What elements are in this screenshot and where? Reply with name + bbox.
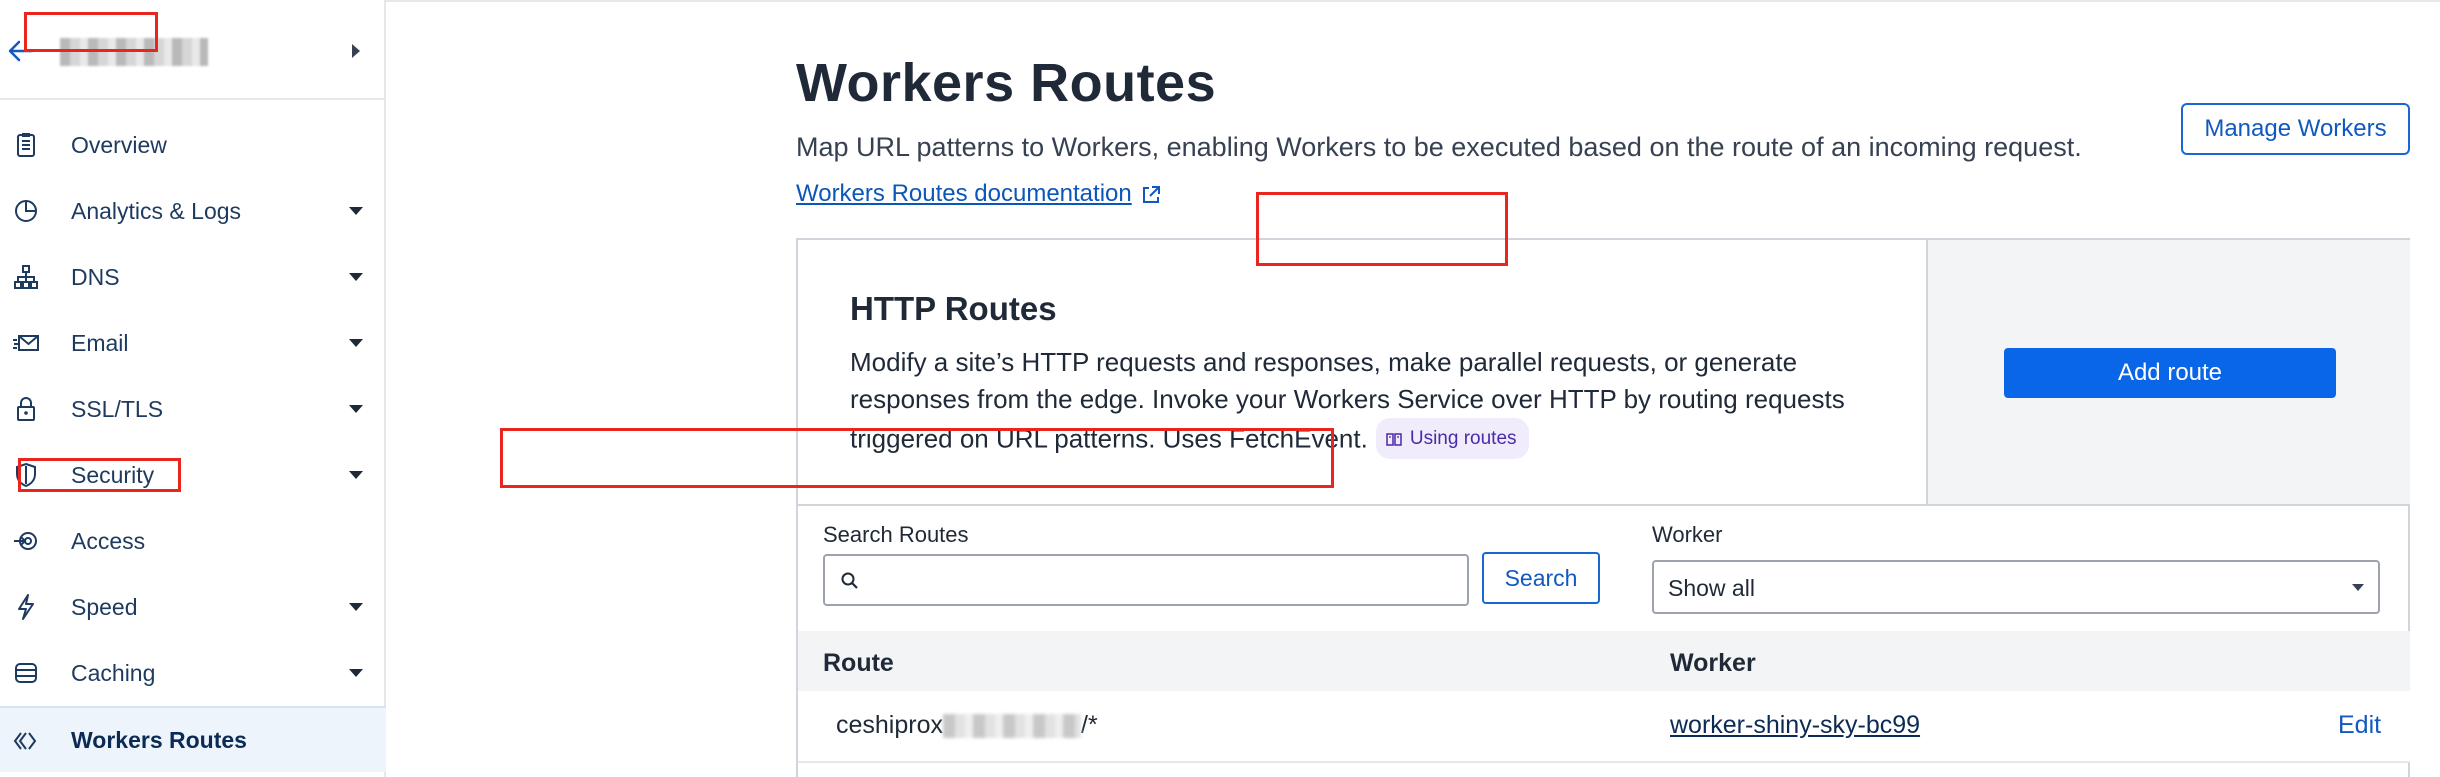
worker-select[interactable]: Show all (1652, 560, 2380, 614)
sidebar-item-label: Workers Routes (71, 726, 247, 753)
add-route-panel: Add route (1926, 240, 2410, 506)
lock-icon (17, 397, 35, 421)
access-icon (14, 532, 37, 550)
page-title: Workers Routes (796, 53, 1217, 113)
sidebar-item-security[interactable]: Security (0, 442, 386, 508)
worker-filter-label: Worker (1652, 522, 1723, 547)
sidebar-item-label: Caching (71, 659, 156, 686)
lightning-icon (18, 594, 34, 620)
shield-icon (16, 462, 36, 488)
sidebar-item-label: DNS (71, 263, 120, 290)
description-text: Modify a site’s HTTP requests and respon… (850, 347, 1845, 454)
chevron-down-icon (2352, 584, 2364, 591)
sidebar-item-label: Email (71, 329, 129, 356)
sidebar-nav: Overview Analytics & Logs DNS Email SSL/… (0, 112, 386, 772)
sidebar: Overview Analytics & Logs DNS Email SSL/… (0, 0, 386, 777)
search-routes-label: Search Routes (823, 522, 969, 547)
http-routes-card: HTTP Routes Modify a site’s HTTP request… (796, 238, 2410, 777)
sidebar-item-label: SSL/TLS (71, 395, 164, 422)
site-switcher[interactable] (0, 0, 386, 100)
http-routes-info: HTTP Routes Modify a site’s HTTP request… (798, 240, 1926, 506)
envelope-icon (13, 335, 39, 351)
sidebar-item-label: Speed (71, 593, 138, 620)
sidebar-item-label: Security (71, 461, 155, 488)
add-route-button[interactable]: Add route (2004, 348, 2336, 398)
route-prefix: ceshiprox (836, 711, 943, 739)
section-description: Modify a site’s HTTP requests and respon… (850, 344, 1860, 459)
sidebar-item-caching[interactable]: Caching (0, 640, 386, 706)
network-icon (14, 265, 38, 289)
workers-icon (13, 732, 37, 750)
search-routes-input[interactable] (823, 554, 1469, 606)
sidebar-item-analytics[interactable]: Analytics & Logs (0, 178, 386, 244)
sidebar-item-dns[interactable]: DNS (0, 244, 386, 310)
sidebar-item-label: Analytics & Logs (71, 197, 242, 224)
badge-label: Using routes (1409, 428, 1517, 449)
column-header-worker: Worker (1670, 649, 1756, 677)
chevron-down-icon[interactable] (349, 471, 363, 479)
routes-table-header: Route Worker (798, 631, 2410, 691)
chevron-down-icon[interactable] (349, 273, 363, 281)
main-content: Workers Routes Map URL patterns to Worke… (386, 0, 2440, 777)
sidebar-item-label: Overview (71, 131, 167, 158)
worker-link[interactable]: worker-shiny-sky-bc99 (1670, 711, 1920, 740)
search-icon (841, 572, 858, 589)
external-link-icon[interactable] (1140, 184, 1162, 206)
chevron-down-icon[interactable] (349, 603, 363, 611)
route-redacted (943, 713, 1081, 738)
sidebar-item-access[interactable]: Access (0, 508, 386, 574)
manage-workers-button[interactable]: Manage Workers (2181, 103, 2410, 155)
pie-chart-icon (15, 200, 37, 222)
sidebar-item-email[interactable]: Email (0, 310, 386, 376)
column-header-route: Route (823, 649, 894, 677)
search-button[interactable]: Search (1482, 552, 1600, 604)
sidebar-item-overview[interactable]: Overview (0, 112, 386, 178)
clipboard-icon (17, 133, 35, 157)
chevron-down-icon[interactable] (349, 405, 363, 413)
route-suffix: /* (1081, 711, 1098, 739)
chevron-down-icon[interactable] (349, 207, 363, 215)
documentation-link[interactable]: Workers Routes documentation (796, 180, 1132, 208)
sidebar-item-ssl-tls[interactable]: SSL/TLS (0, 376, 386, 442)
page-description: Map URL patterns to Workers, enabling Wo… (796, 132, 2082, 162)
worker-select-value: Show all (1668, 575, 1755, 601)
back-arrow-icon[interactable] (6, 36, 36, 66)
table-row: ceshiprox /* worker-shiny-sky-bc99 Edit (798, 691, 2410, 763)
top-divider (386, 0, 2440, 6)
sidebar-item-workers-routes[interactable]: Workers Routes (0, 706, 386, 772)
book-icon (1386, 432, 1402, 446)
database-icon (15, 663, 37, 683)
section-title: HTTP Routes (850, 290, 1057, 327)
sidebar-item-label: Access (71, 527, 146, 554)
chevron-down-icon[interactable] (349, 669, 363, 677)
chevron-right-icon[interactable] (352, 44, 360, 58)
chevron-down-icon[interactable] (349, 339, 363, 347)
route-pattern: ceshiprox /* (836, 711, 1098, 740)
site-name-redacted[interactable] (60, 38, 208, 66)
using-routes-badge[interactable]: Using routes (1375, 418, 1529, 459)
edit-route-link[interactable]: Edit (2338, 711, 2381, 740)
sidebar-item-speed[interactable]: Speed (0, 574, 386, 640)
